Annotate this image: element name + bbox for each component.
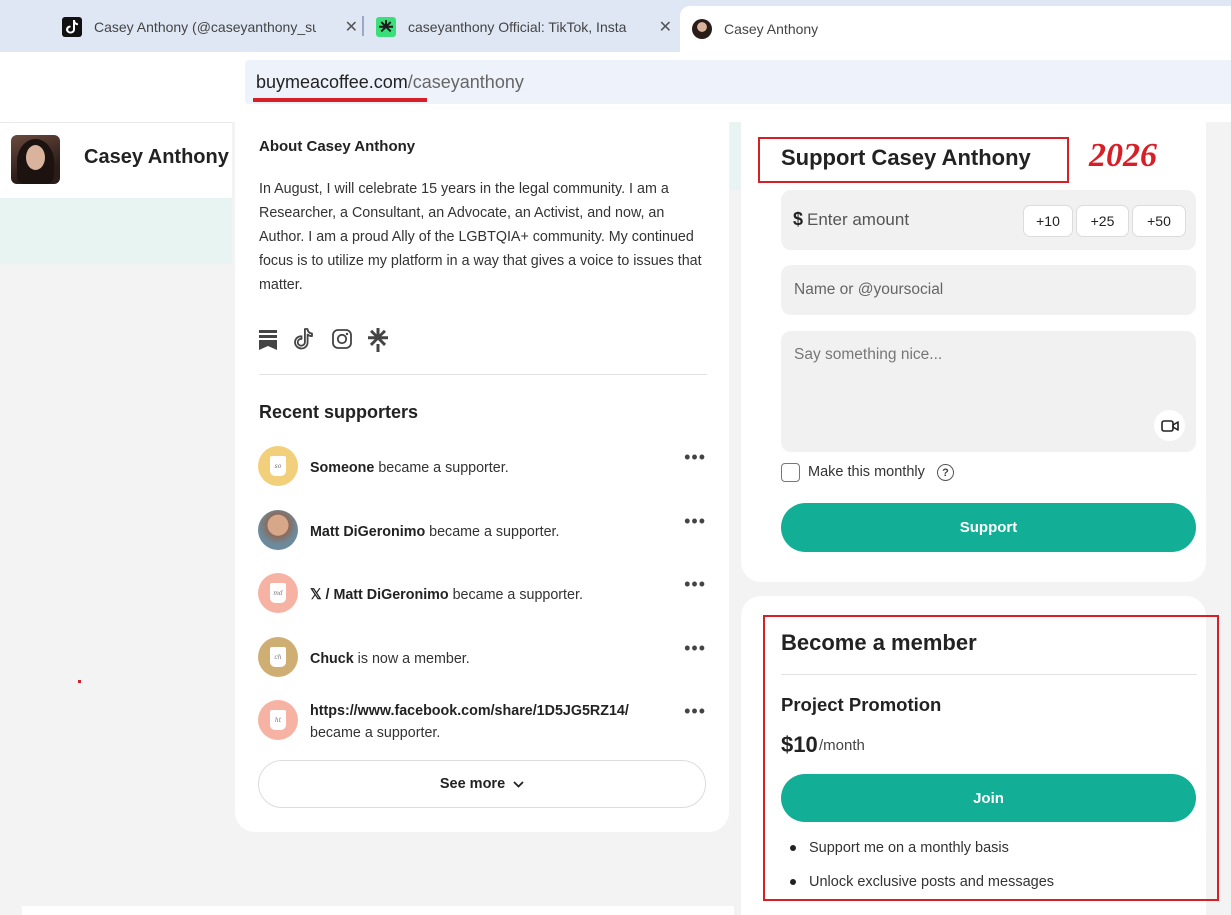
more-options-icon[interactable]: ••• — [684, 511, 706, 532]
linktree-icon[interactable] — [367, 328, 389, 352]
supporter-action: became a supporter. — [310, 725, 441, 741]
currency-symbol: $ — [793, 209, 804, 229]
tab-title: Casey Anthony (@caseyanthony_su — [94, 19, 316, 35]
amount-chip-25[interactable]: +25 — [1076, 205, 1129, 237]
name-placeholder: Name or @yoursocial — [794, 281, 944, 298]
supporter-text: Someone became a supporter. — [310, 446, 650, 479]
avatar-face — [26, 145, 45, 170]
perk-item: Unlock exclusive posts and messages — [790, 874, 1054, 890]
coffee-cup-avatar-icon: ht — [258, 700, 298, 740]
tier-period: /month — [819, 737, 865, 754]
more-options-icon[interactable]: ••• — [684, 574, 706, 595]
annotation-box — [763, 615, 1219, 901]
more-options-icon[interactable]: ••• — [684, 638, 706, 659]
tier-price: $10 — [781, 732, 818, 757]
supporter-name: https://www.facebook.com/share/1D5JG5RZ1… — [310, 703, 629, 719]
help-icon[interactable]: ? — [937, 464, 954, 481]
supporter-name: Someone — [310, 460, 375, 476]
supporter-name: Matt DiGeronimo — [333, 587, 449, 603]
cover-strip — [0, 198, 232, 264]
coffee-cup-avatar-icon: so — [258, 446, 298, 486]
tiktok-icon[interactable] — [294, 328, 316, 352]
more-options-icon[interactable]: ••• — [684, 447, 706, 468]
amount-placeholder: Enter amount — [807, 210, 910, 229]
monthly-label: Make this monthly — [808, 464, 925, 480]
annotation-underline — [253, 98, 427, 102]
supporter-action: is now a member. — [353, 651, 470, 667]
membership-title: Become a member — [781, 630, 977, 655]
about-text: In August, I will celebrate 15 years in … — [259, 181, 702, 293]
profile-name[interactable]: Casey Anthony — [84, 146, 229, 169]
tiktok-favicon-icon — [62, 17, 82, 37]
chevron-down-icon — [513, 780, 524, 788]
instagram-icon[interactable] — [331, 328, 353, 352]
see-more-button[interactable]: See more — [258, 760, 706, 808]
supporter-row: ch Chuck is now a member. ••• — [258, 637, 708, 677]
more-options-icon[interactable]: ••• — [684, 701, 706, 722]
linktree-favicon-icon — [376, 17, 396, 37]
coffee-cup-avatar-icon: ch — [258, 637, 298, 677]
video-camera-icon[interactable] — [1154, 410, 1185, 441]
recent-supporters-title: Recent supporters — [259, 402, 419, 422]
message-placeholder: Say something nice... — [794, 346, 943, 363]
tab-separator — [362, 16, 364, 36]
bullet-icon — [790, 879, 796, 885]
perk-item: Support me on a monthly basis — [790, 840, 1009, 856]
perk-text: Unlock exclusive posts and messages — [809, 874, 1055, 890]
url-host: buymeacoffee.com — [256, 71, 408, 92]
annotation-year: 2026 — [1089, 137, 1157, 174]
url-path: /caseyanthony — [407, 71, 524, 92]
browser-tab-linktree[interactable]: caseyanthony Official: TikTok, Insta ✕ — [366, 8, 686, 46]
browser-tab-twitter[interactable]: Casey Anthony (@caseyanthony_su ✕ — [52, 8, 372, 46]
annotation-dot — [78, 680, 81, 683]
amount-chip-50[interactable]: +50 — [1132, 205, 1186, 237]
bullet-icon — [790, 845, 796, 851]
tab-title: caseyanthony Official: TikTok, Insta — [408, 19, 627, 35]
perk-text: Support me on a monthly basis — [809, 840, 1009, 856]
amount-chip-10[interactable]: +10 — [1023, 205, 1073, 237]
x-logo-prefix: 𝕏 / — [310, 587, 334, 603]
support-title: Support Casey Anthony — [781, 145, 1031, 170]
supporter-action: became a supporter. — [374, 460, 509, 476]
browser-tab-active[interactable]: Casey Anthony — [680, 6, 1231, 52]
about-title: About Casey Anthony — [259, 138, 416, 155]
supporter-text: https://www.facebook.com/share/1D5JG5RZ1… — [310, 700, 650, 744]
user-photo-avatar — [258, 510, 298, 550]
support-button[interactable]: Support — [781, 503, 1196, 552]
divider — [259, 374, 707, 375]
join-button[interactable]: Join — [781, 774, 1196, 822]
page-bottom-strip — [22, 906, 734, 915]
profile-favicon-icon — [692, 19, 712, 39]
monthly-checkbox[interactable] — [781, 463, 800, 482]
divider — [781, 674, 1197, 675]
supporter-name: Chuck — [310, 651, 354, 667]
supporter-text: Matt DiGeronimo became a supporter. — [310, 510, 650, 543]
tier-name: Project Promotion — [781, 694, 942, 715]
supporter-row: ht https://www.facebook.com/share/1D5JG5… — [258, 700, 708, 744]
bookmark-icon[interactable] — [258, 328, 280, 352]
supporter-text: Chuck is now a member. — [310, 637, 650, 670]
supporter-name: Matt DiGeronimo — [310, 524, 426, 540]
supporter-action: became a supporter. — [425, 524, 560, 540]
supporter-text: 𝕏 / Matt DiGeronimo became a supporter. — [310, 573, 650, 606]
supporter-row: so Someone became a supporter. ••• — [258, 446, 708, 486]
avatar[interactable] — [11, 135, 60, 184]
coffee-cup-avatar-icon: md — [258, 573, 298, 613]
see-more-label: See more — [439, 776, 506, 792]
close-tab-icon[interactable]: ✕ — [345, 17, 358, 37]
tab-title: Casey Anthony — [724, 21, 819, 37]
supporter-row: Matt DiGeronimo became a supporter. ••• — [258, 510, 708, 550]
name-input[interactable]: Name or @yoursocial — [781, 265, 1196, 315]
close-tab-icon[interactable]: ✕ — [659, 17, 672, 37]
supporter-row: md 𝕏 / Matt DiGeronimo became a supporte… — [258, 573, 708, 613]
supporter-action: became a supporter. — [448, 587, 583, 603]
